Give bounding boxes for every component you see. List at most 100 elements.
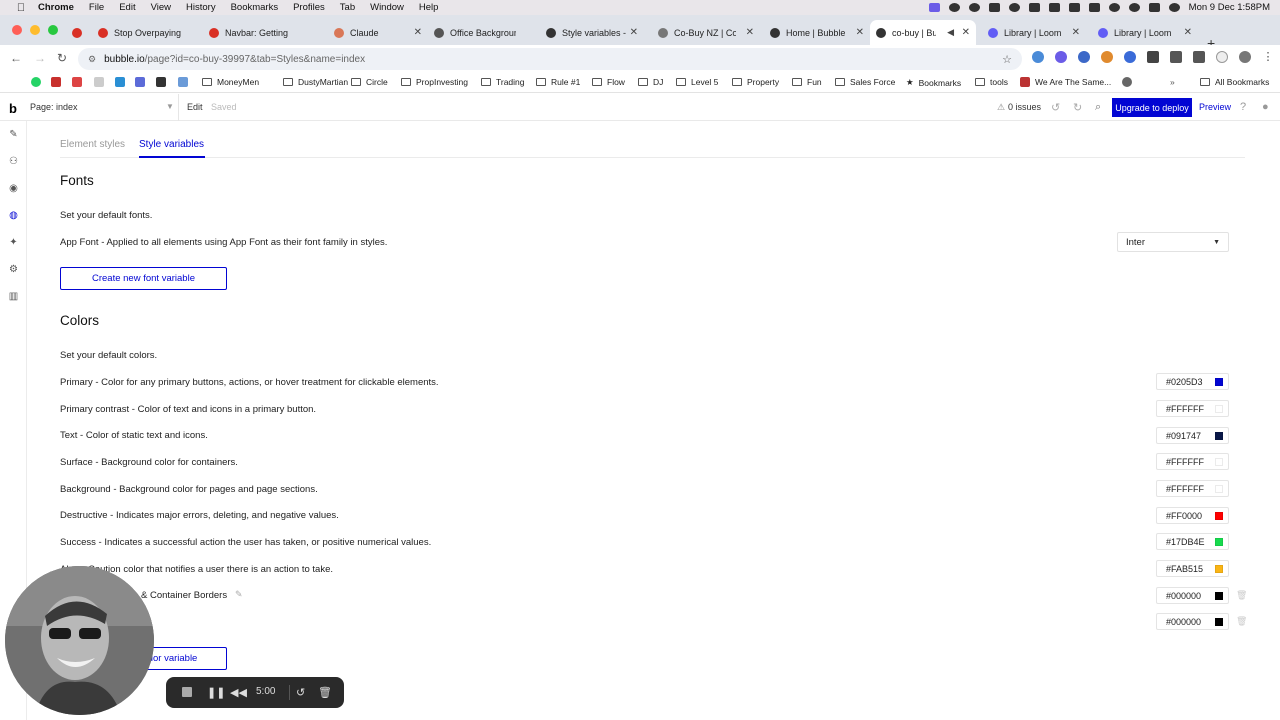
- split-view-icon[interactable]: [1216, 51, 1228, 63]
- profile-avatar[interactable]: [1239, 51, 1251, 63]
- logs-chart-icon[interactable]: ▥: [8, 291, 19, 302]
- bookmark-folder[interactable]: Trading: [481, 77, 525, 87]
- tray-app-icon[interactable]: [988, 3, 1000, 12]
- color-swatch[interactable]: [1215, 512, 1223, 520]
- color-swatch[interactable]: [1215, 538, 1223, 546]
- styles-palette-icon[interactable]: ◍: [8, 210, 19, 221]
- color-input-primary-contrast[interactable]: #FFFFFF: [1156, 400, 1229, 417]
- color-input-surface[interactable]: #FFFFFF: [1156, 453, 1229, 470]
- bookmark-icon[interactable]: [115, 77, 125, 87]
- redo-icon[interactable]: ↻: [1073, 101, 1082, 114]
- bookmark-folder[interactable]: Rule #1: [536, 77, 580, 87]
- control-center-icon[interactable]: [1148, 3, 1160, 12]
- pause-icon[interactable]: ❚❚: [207, 686, 225, 699]
- back-arrow-icon[interactable]: ←: [10, 51, 22, 65]
- clock[interactable]: Mon 9 Dec 1:58PM: [1189, 2, 1270, 13]
- close-tab-icon[interactable]: ✕: [1072, 27, 1080, 38]
- browser-tab-active[interactable]: co-buy | Bubb ◀ ✕: [870, 20, 976, 45]
- design-pencil-icon[interactable]: ✎: [8, 129, 19, 140]
- upgrade-to-deploy-button[interactable]: Upgrade to deploy: [1112, 98, 1192, 117]
- cloud-icon[interactable]: [968, 3, 980, 12]
- color-swatch[interactable]: [1215, 485, 1223, 493]
- bookmark-folder[interactable]: Level 5: [676, 77, 718, 87]
- forward-arrow-icon[interactable]: →: [34, 51, 46, 65]
- color-input-success[interactable]: #17DB4E: [1156, 533, 1229, 550]
- extension-icon[interactable]: [1032, 51, 1044, 63]
- bookmark-folder[interactable]: DustyMartian: [283, 77, 348, 87]
- close-tab-icon[interactable]: ✕: [856, 27, 864, 38]
- bookmark-folder[interactable]: tools: [975, 77, 1008, 87]
- browser-tab[interactable]: Style variables - ✕: [540, 20, 644, 45]
- color-input-alert[interactable]: #FAB515: [1156, 560, 1229, 577]
- tab-element-styles[interactable]: Element styles: [60, 139, 125, 150]
- apple-icon[interactable]: : [14, 2, 28, 14]
- menu-view[interactable]: View: [151, 2, 171, 13]
- browser-tab[interactable]: Claude ✕: [328, 20, 428, 45]
- screen-record-icon[interactable]: [928, 3, 940, 12]
- browser-tab[interactable]: Office Backgroun: [428, 20, 540, 45]
- close-tab-icon[interactable]: ✕: [962, 27, 970, 38]
- extension-icon[interactable]: [1055, 51, 1067, 63]
- chevron-down-icon[interactable]: ▼: [166, 102, 174, 111]
- bookmark-icon[interactable]: [135, 77, 145, 87]
- speaker-icon[interactable]: ◀: [947, 27, 954, 38]
- siri-icon[interactable]: [1168, 3, 1180, 12]
- color-input-primary[interactable]: #0205D3: [1156, 373, 1229, 390]
- bookmark-folder[interactable]: ★ Bookmarks: [906, 77, 961, 88]
- bookmark-icon[interactable]: [156, 77, 166, 87]
- menu-file[interactable]: File: [89, 2, 104, 13]
- tray-app-icon[interactable]: [1048, 3, 1060, 12]
- edit-pencil-icon[interactable]: ✎: [235, 589, 243, 600]
- stop-recording-button[interactable]: [182, 687, 192, 697]
- browser-tab[interactable]: Library | Loom ✕: [1092, 20, 1198, 45]
- browser-tab[interactable]: Co-Buy NZ | Coll ✕: [652, 20, 760, 45]
- bookmark-folder[interactable]: MoneyMen: [202, 77, 259, 87]
- extension-icon[interactable]: [1170, 51, 1182, 63]
- delete-trash-icon[interactable]: 🗑: [1236, 616, 1247, 627]
- bubble-logo[interactable]: b: [9, 101, 17, 116]
- bookmark-folder[interactable]: PropInvesting: [401, 77, 468, 87]
- color-input-custom-borders[interactable]: #000000: [1156, 587, 1229, 604]
- more-bookmarks-icon[interactable]: »: [1170, 77, 1175, 87]
- app-font-dropdown[interactable]: Inter ▼: [1117, 232, 1229, 252]
- battery-icon[interactable]: [1088, 3, 1100, 12]
- address-bar[interactable]: ⚙ bubble.io/page?id=co-buy-39997&tab=Sty…: [78, 48, 1022, 70]
- close-tab-icon[interactable]: ✕: [746, 27, 754, 38]
- custom-color-row-borders[interactable]: & Container Borders: [141, 590, 227, 601]
- close-tab-icon[interactable]: ✕: [630, 27, 638, 38]
- bookmark-link[interactable]: We Are The Same...: [1020, 77, 1111, 87]
- bookmark-folder[interactable]: DJ: [638, 77, 663, 87]
- browser-tab[interactable]: Library | Loom ✕: [982, 20, 1086, 45]
- extension-icon[interactable]: [1124, 51, 1136, 63]
- reload-icon[interactable]: ↻: [57, 51, 67, 65]
- minimize-window-button[interactable]: [30, 25, 40, 35]
- color-input-text[interactable]: #091747: [1156, 427, 1229, 444]
- delete-trash-icon[interactable]: 🗑: [318, 686, 332, 699]
- workflow-icon[interactable]: ⚇: [8, 156, 19, 167]
- menu-window[interactable]: Window: [370, 2, 404, 13]
- whatsapp-icon[interactable]: [31, 77, 41, 87]
- more-menu-icon[interactable]: ⋮: [1262, 51, 1274, 63]
- wifi-icon[interactable]: [1108, 3, 1120, 12]
- all-bookmarks-folder[interactable]: All Bookmarks: [1200, 77, 1269, 87]
- preview-button[interactable]: Preview: [1199, 102, 1231, 112]
- bookmark-folder[interactable]: Flow: [592, 77, 625, 87]
- color-swatch[interactable]: [1215, 405, 1223, 413]
- extension-icon[interactable]: [1078, 51, 1090, 63]
- color-swatch[interactable]: [1215, 565, 1223, 573]
- search-icon[interactable]: ⌕: [1095, 101, 1101, 114]
- create-font-variable-button[interactable]: Create new font variable: [60, 267, 227, 290]
- tab-style-variables[interactable]: Style variables: [139, 139, 204, 150]
- color-swatch[interactable]: [1215, 458, 1223, 466]
- menu-bookmarks[interactable]: Bookmarks: [231, 2, 279, 13]
- settings-gear-icon[interactable]: ⚙: [8, 264, 19, 275]
- extension-icon[interactable]: [1101, 51, 1113, 63]
- color-input-custom[interactable]: #000000: [1156, 613, 1229, 630]
- bookmark-star-icon[interactable]: ☆: [1002, 53, 1012, 66]
- color-swatch[interactable]: [1215, 432, 1223, 440]
- bookmark-folder[interactable]: Fun: [792, 77, 822, 87]
- bookmark-icon[interactable]: [94, 77, 104, 87]
- bookmark-icon[interactable]: [72, 77, 82, 87]
- bookmark-icon[interactable]: [51, 77, 61, 87]
- close-window-button[interactable]: [12, 25, 22, 35]
